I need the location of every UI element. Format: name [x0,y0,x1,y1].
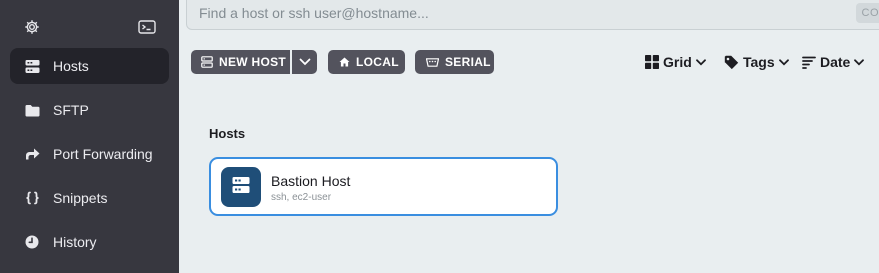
home-icon [339,57,350,67]
host-details: ssh, ec2-user [271,192,332,203]
new-host-label: NEW HOST [219,55,287,69]
clock-icon [24,234,40,250]
sort-label: Date [820,54,851,70]
tags-label: Tags [743,54,775,70]
serial-label: SERIAL [445,55,491,69]
new-host-button[interactable]: NEW HOST [191,50,290,74]
sidebar-item-sftp[interactable]: SFTP [10,92,169,128]
chevron-down-icon [299,55,311,69]
sidebar-item-history[interactable]: History [10,224,169,260]
host-avatar [221,167,261,207]
view-mode-dropdown[interactable]: Grid [645,53,706,71]
sidebar-item-label: Hosts [53,58,89,74]
sidebar-item-hosts[interactable]: Hosts [10,48,169,84]
local-terminal-button[interactable]: LOCAL [328,50,405,74]
braces-icon [24,190,40,206]
sidebar-item-label: SFTP [53,102,89,118]
forward-arrow-icon [24,146,40,162]
server-icon [201,56,213,68]
chevron-down-icon [778,58,789,66]
main-content: CO NEW HOST [179,0,879,273]
section-title: Hosts [209,126,246,141]
sidebar-item-snippets[interactable]: Snippets [10,180,169,216]
grid-icon [645,55,659,69]
chevron-down-icon [854,58,865,66]
search-bar: CO [186,0,879,30]
serial-button[interactable]: SERIAL [415,50,494,74]
sort-dropdown[interactable]: Date [802,53,865,71]
tags-filter-dropdown[interactable]: Tags [724,53,789,71]
view-mode-label: Grid [663,54,692,70]
sidebar: Hosts SFTP Port Forwarding Snippets Hist… [0,0,179,273]
local-label: LOCAL [356,55,399,69]
sidebar-item-label: Port Forwarding [53,146,153,162]
host-name: Bastion Host [271,173,351,189]
chevron-down-icon [695,58,706,66]
sidebar-item-port-forwarding[interactable]: Port Forwarding [10,136,169,172]
folder-icon [24,102,40,118]
sidebar-nav: Hosts SFTP Port Forwarding Snippets Hist… [0,48,179,268]
server-icon [231,175,251,200]
toolbar: NEW HOST LOCAL SERIAL Grid Tags Date [179,50,879,74]
sidebar-top-bar [0,0,179,48]
host-card[interactable]: Bastion Host ssh, ec2-user [209,157,558,216]
sidebar-item-label: History [53,234,97,250]
gear-icon[interactable] [22,17,42,37]
tag-icon [724,55,739,70]
server-icon [24,58,40,74]
sort-icon [802,56,816,69]
serial-port-icon [426,57,439,67]
terminal-icon[interactable] [137,17,157,37]
search-input[interactable] [199,3,839,23]
sidebar-item-label: Snippets [53,190,108,206]
connect-button[interactable]: CO [855,3,879,23]
new-host-dropdown-button[interactable] [292,50,317,74]
